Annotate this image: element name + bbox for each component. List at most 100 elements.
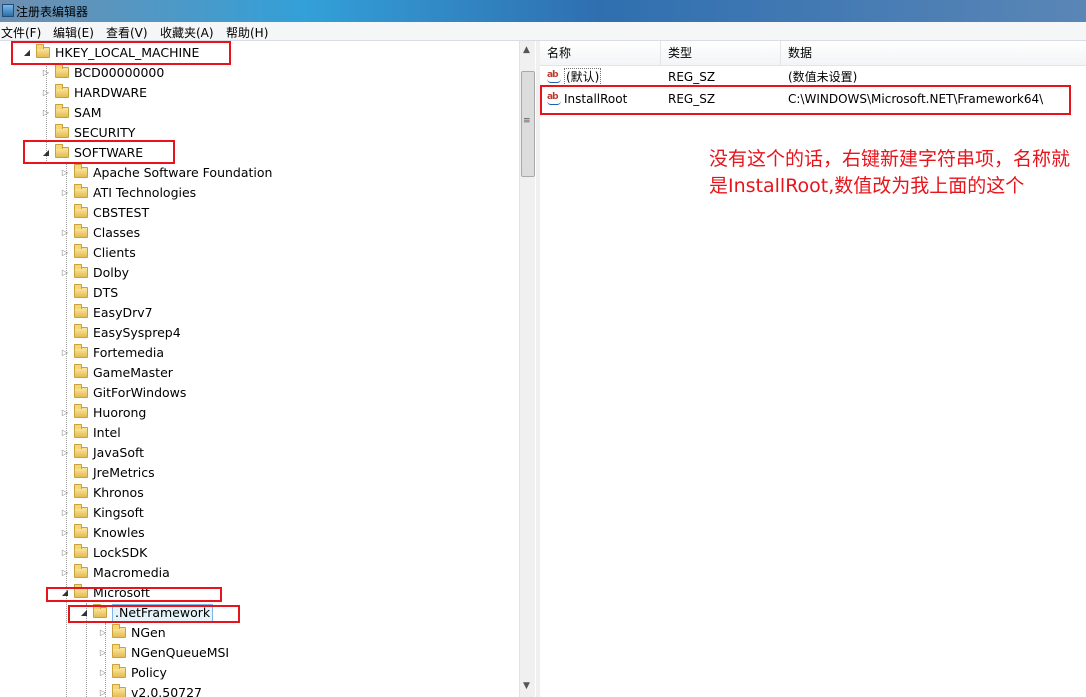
folder-icon (74, 204, 88, 218)
tree-node[interactable]: ▷ ATI Technologies (0, 183, 518, 203)
expand-arrow-icon[interactable]: ▷ (60, 423, 70, 443)
highlight-netframework (68, 605, 240, 623)
window-title: 注册表编辑器 (16, 5, 89, 19)
folder-icon (74, 484, 88, 498)
tree-node[interactable]: JreMetrics (0, 463, 518, 483)
expand-arrow-icon[interactable]: ▷ (60, 343, 70, 363)
tree-node-label: JavaSoft (93, 445, 145, 460)
tree-node-label: Policy (131, 665, 167, 680)
expand-arrow-icon[interactable]: ▷ (60, 503, 70, 523)
expand-arrow-icon[interactable]: ▷ (98, 663, 108, 683)
folder-icon (74, 244, 88, 258)
tree-node[interactable]: GameMaster (0, 363, 518, 383)
tree-node[interactable]: ▷ NGenQueueMSI (0, 643, 518, 663)
tree-node-label: EasySysprep4 (93, 325, 181, 340)
tree-node-label: Khronos (93, 485, 144, 500)
column-header-type[interactable]: 类型 (661, 41, 781, 65)
tree-node[interactable]: ▷ JavaSoft (0, 443, 518, 463)
tree-node[interactable]: ▷ Fortemedia (0, 343, 518, 363)
expand-arrow-icon[interactable]: ▷ (98, 683, 108, 697)
tree-node-label: Fortemedia (93, 345, 165, 360)
tree-node-label: ATI Technologies (93, 185, 197, 200)
expand-arrow-icon[interactable]: ▷ (60, 563, 70, 583)
tree-node[interactable]: ▷ SAM (0, 103, 518, 123)
tree-node[interactable]: ▷ Clients (0, 243, 518, 263)
menu-file[interactable]: 文件(F) (1, 24, 41, 41)
scroll-up-arrow-icon[interactable]: ▲ (523, 45, 530, 55)
folder-icon (74, 444, 88, 458)
expand-arrow-icon[interactable]: ▷ (98, 643, 108, 663)
tree-node[interactable]: CBSTEST (0, 203, 518, 223)
tree-node[interactable]: ▷ v2.0.50727 (0, 683, 518, 697)
tree-node[interactable]: ▷ LockSDK (0, 543, 518, 563)
highlight-installroot (540, 85, 1071, 115)
value-name: (默认) (564, 68, 602, 86)
tree-node-label: BCD00000000 (74, 65, 165, 80)
tree-node[interactable]: ▷ Huorong (0, 403, 518, 423)
expand-arrow-icon[interactable]: ▷ (60, 443, 70, 463)
tree-node[interactable]: EasySysprep4 (0, 323, 518, 343)
value-data: (数值未设置) (788, 70, 858, 84)
tree-node[interactable]: ▷ Knowles (0, 523, 518, 543)
expand-arrow-icon[interactable]: ▷ (60, 223, 70, 243)
values-header: 名称 类型 数据 (540, 41, 1086, 66)
expand-arrow-icon[interactable]: ▷ (60, 163, 70, 183)
expand-arrow-icon[interactable]: ▷ (60, 403, 70, 423)
expand-arrow-icon[interactable]: ▷ (41, 83, 51, 103)
folder-icon (112, 624, 126, 638)
tree-node[interactable]: ▷ NGen (0, 623, 518, 643)
tree-node-label: Macromedia (93, 565, 170, 580)
menu-edit[interactable]: 编辑(E) (53, 24, 94, 41)
expand-arrow-icon[interactable]: ▷ (60, 523, 70, 543)
folder-icon (74, 284, 88, 298)
tree-node[interactable]: ▷ HARDWARE (0, 83, 518, 103)
folder-icon (74, 424, 88, 438)
expand-arrow-icon[interactable]: ▷ (60, 263, 70, 283)
tree-node[interactable]: ▷ Khronos (0, 483, 518, 503)
tree-node-label: CBSTEST (93, 205, 150, 220)
tree-node[interactable]: ▷ Intel (0, 423, 518, 443)
folder-icon (74, 384, 88, 398)
tree-node[interactable]: ▷ Kingsoft (0, 503, 518, 523)
expand-arrow-icon[interactable]: ▷ (60, 183, 70, 203)
registry-values-pane: 名称 类型 数据 ab (默认) REG_SZ (数值未设置) ab Insta… (540, 41, 1086, 697)
tree-node[interactable]: ▷ Classes (0, 223, 518, 243)
tree-node[interactable]: EasyDrv7 (0, 303, 518, 323)
menu-favorites[interactable]: 收藏夹(A) (160, 24, 214, 41)
tree-node[interactable]: ▷ Apache Software Foundation (0, 163, 518, 183)
expand-arrow-icon[interactable]: ▷ (60, 243, 70, 263)
tree-node[interactable]: DTS (0, 283, 518, 303)
tree-scrollbar[interactable]: ▲ ≡ ▼ (519, 41, 535, 697)
folder-icon (74, 364, 88, 378)
expand-arrow-icon[interactable]: ▷ (60, 483, 70, 503)
value-row[interactable]: ab (默认) REG_SZ (数值未设置) (540, 67, 1086, 87)
tree-node[interactable]: ▷ Policy (0, 663, 518, 683)
folder-icon (74, 504, 88, 518)
expand-arrow-icon[interactable]: ▷ (41, 103, 51, 123)
folder-icon (55, 64, 69, 78)
menu-bar: 文件(F) 编辑(E) 查看(V) 收藏夹(A) 帮助(H) (0, 22, 1086, 41)
folder-icon (74, 544, 88, 558)
tree-node[interactable]: ▷ Dolby (0, 263, 518, 283)
column-header-name[interactable]: 名称 (540, 41, 661, 65)
title-bar: 注册表编辑器 (0, 0, 1086, 22)
expand-arrow-icon[interactable]: ▷ (41, 63, 51, 83)
folder-icon (74, 524, 88, 538)
tree-node-label: JreMetrics (93, 465, 155, 480)
folder-icon (74, 324, 88, 338)
menu-view[interactable]: 查看(V) (106, 24, 148, 41)
folder-icon (55, 124, 69, 138)
tree-node[interactable]: ▷ BCD00000000 (0, 63, 518, 83)
highlight-software (23, 140, 175, 164)
tree-node-label: Dolby (93, 265, 130, 280)
string-value-icon: ab (547, 70, 561, 84)
expand-arrow-icon[interactable]: ▷ (98, 623, 108, 643)
tree-node[interactable]: GitForWindows (0, 383, 518, 403)
expand-arrow-icon[interactable]: ▷ (60, 543, 70, 563)
tree-node[interactable]: ▷ Macromedia (0, 563, 518, 583)
column-header-data[interactable]: 数据 (781, 41, 1086, 65)
menu-help[interactable]: 帮助(H) (226, 24, 268, 41)
tree-node-label: Classes (93, 225, 141, 240)
folder-icon (74, 184, 88, 198)
scroll-down-arrow-icon[interactable]: ▼ (523, 681, 530, 691)
